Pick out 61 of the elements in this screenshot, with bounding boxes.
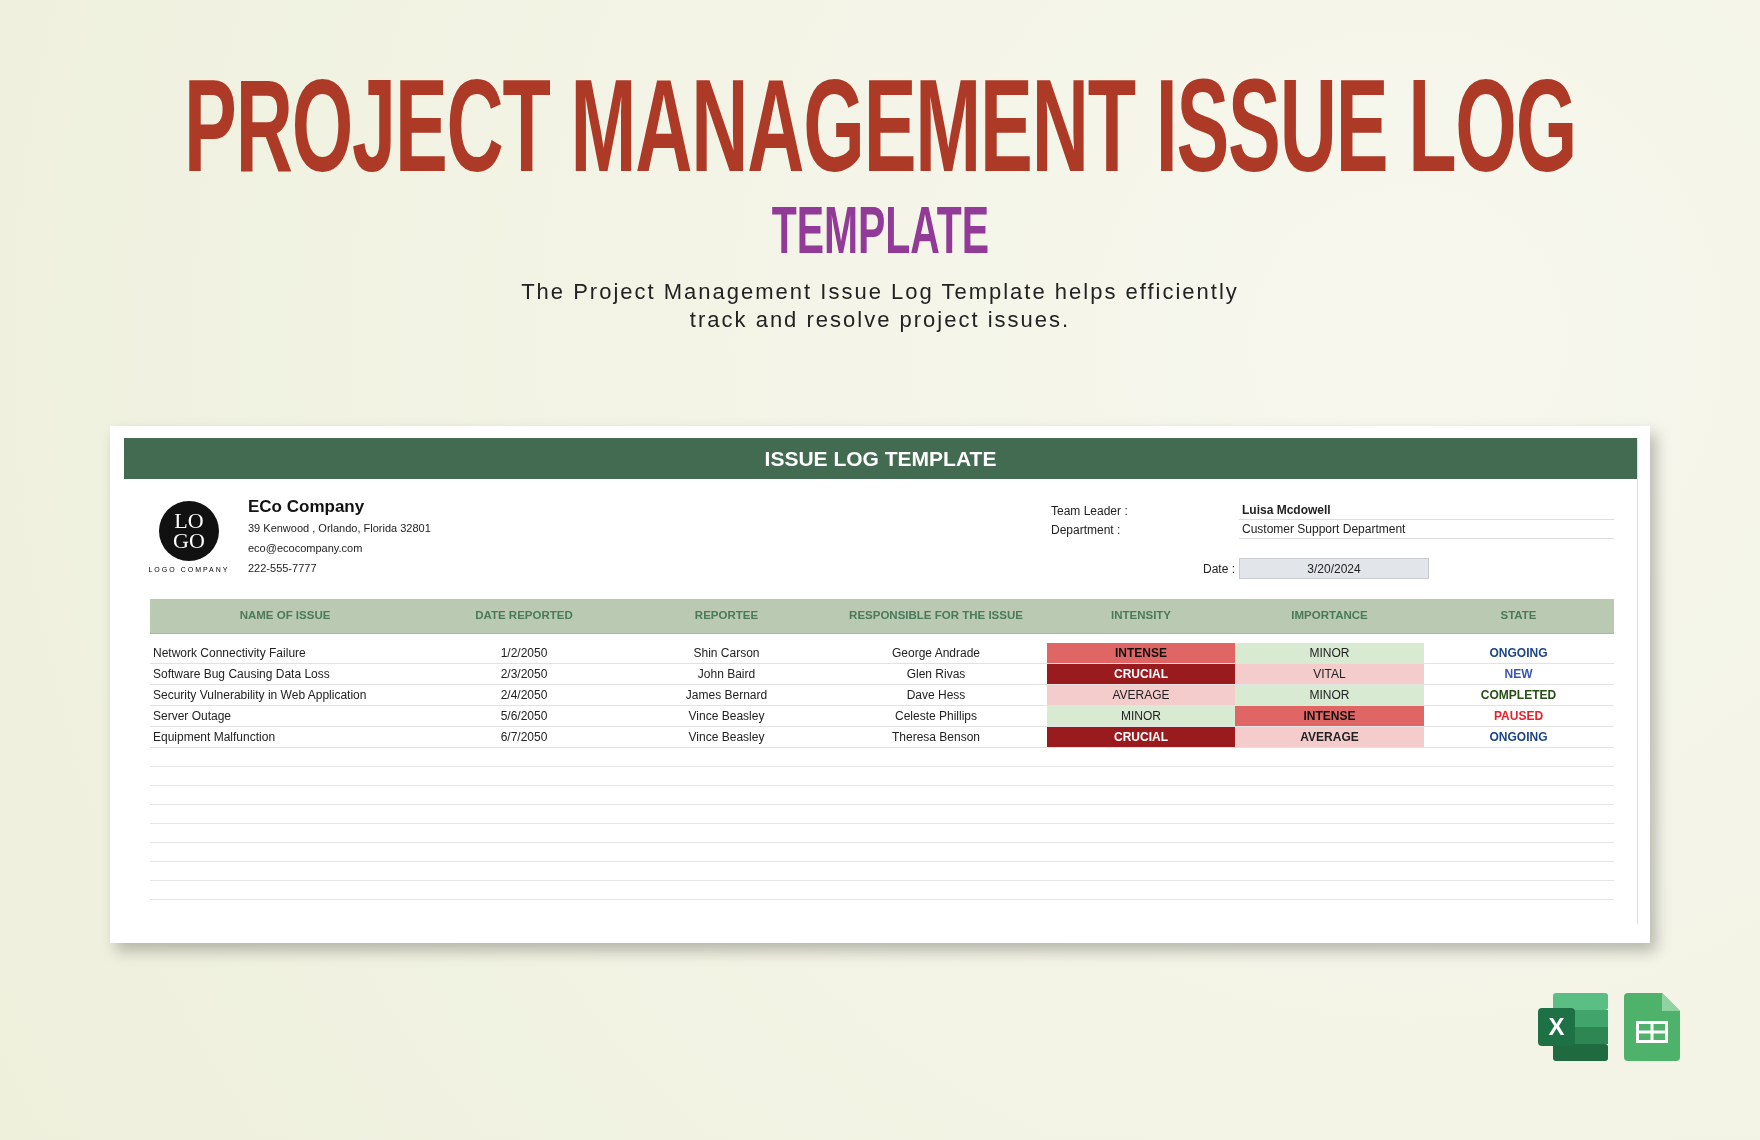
excel-letter: X: [1538, 1008, 1575, 1046]
field-label: Team Leader :: [1051, 503, 1129, 520]
level-cell: INTENSE: [1047, 643, 1235, 663]
table-cell-text: John Baird: [696, 666, 757, 683]
table-cell-text: Celeste Phillips: [893, 708, 978, 725]
column-header: RESPONSIBLE FOR THE ISSUE: [848, 608, 1024, 624]
level-cell: AVERAGE: [1047, 685, 1235, 705]
table-cell-text: Glen Rivas: [905, 666, 967, 683]
table-cell-text: 6/7/2050: [499, 729, 549, 746]
table-cell-text: 2/4/2050: [499, 687, 549, 704]
logo-text: LO: [174, 511, 204, 531]
table-cell-text: Shin Carson: [692, 645, 761, 662]
column-header: REPORTEE: [693, 608, 760, 624]
level-cell: MINOR: [1235, 685, 1424, 705]
table-cell-text: Dave Hess: [905, 687, 967, 704]
table-cell-text: Equipment Malfunction: [152, 729, 277, 746]
level-cell: INTENSE: [1235, 706, 1424, 726]
table-cell-text: Network Connectivity Failure: [152, 645, 307, 662]
state-cell-text: ONGOING: [1488, 729, 1549, 746]
column-header: INTENSITY: [1109, 608, 1173, 624]
level-cell: MINOR: [1235, 643, 1424, 663]
column-header: NAME OF ISSUE: [238, 608, 332, 624]
column-header: STATE: [1499, 608, 1538, 624]
level-cell: CRUCIAL: [1047, 727, 1235, 747]
field-value: Luisa Mcdowell: [1239, 501, 1614, 520]
spreadsheet-app-icon[interactable]: [1624, 993, 1680, 1061]
date-field[interactable]: 3/20/2024: [1239, 558, 1429, 579]
description-text: The Project Management Issue Log Template helps efficiently: [521, 278, 1239, 306]
field-value: Customer Support Department: [1239, 520, 1614, 539]
sheet-banner: ISSUE LOG TEMPLATE: [124, 438, 1637, 479]
level-cell: CRUCIAL: [1047, 664, 1235, 684]
logo-text: GO: [173, 531, 205, 551]
state-cell-text: PAUSED: [1492, 708, 1545, 725]
level-cell: AVERAGE: [1235, 727, 1424, 747]
state-cell-text: NEW: [1503, 666, 1534, 683]
company-name: ECo Company: [248, 496, 366, 518]
table-cell-text: 5/6/2050: [499, 708, 549, 725]
table-cell-text: Theresa Benson: [890, 729, 982, 746]
level-cell: MINOR: [1047, 706, 1235, 726]
field-label: Department :: [1051, 522, 1122, 539]
table-cell-text: 1/2/2050: [499, 645, 549, 662]
table-cell-text: Server Outage: [152, 708, 233, 725]
description-text: track and resolve project issues.: [689, 306, 1071, 334]
state-cell-text: ONGOING: [1488, 645, 1549, 662]
column-header: DATE REPORTED: [474, 608, 574, 624]
company-detail: eco@ecocompany.com: [248, 541, 364, 556]
page-subtitle: TEMPLATE: [771, 197, 989, 263]
field-label: Date :: [1202, 560, 1236, 578]
table-cell-text: Security Vulnerability in Web Application: [152, 687, 368, 704]
table-cell-text: Software Bug Causing Data Loss: [152, 666, 331, 683]
page-title: PROJECT MANAGEMENT ISSUE LOG: [183, 60, 1577, 192]
company-detail: 39 Kenwood , Orlando, Florida 32801: [248, 521, 431, 536]
column-header: IMPORTANCE: [1290, 608, 1369, 624]
table-cell-text: James Bernard: [684, 687, 769, 704]
table-cell-text: George Andrade: [890, 645, 982, 662]
table-cell-text: Vince Beasley: [687, 729, 766, 746]
company-detail: 222-555-7777: [248, 561, 318, 576]
table-cell-text: Vince Beasley: [687, 708, 766, 725]
state-cell-text: COMPLETED: [1479, 687, 1558, 704]
table-cell-text: 2/3/2050: [499, 666, 549, 683]
level-cell: VITAL: [1235, 664, 1424, 684]
